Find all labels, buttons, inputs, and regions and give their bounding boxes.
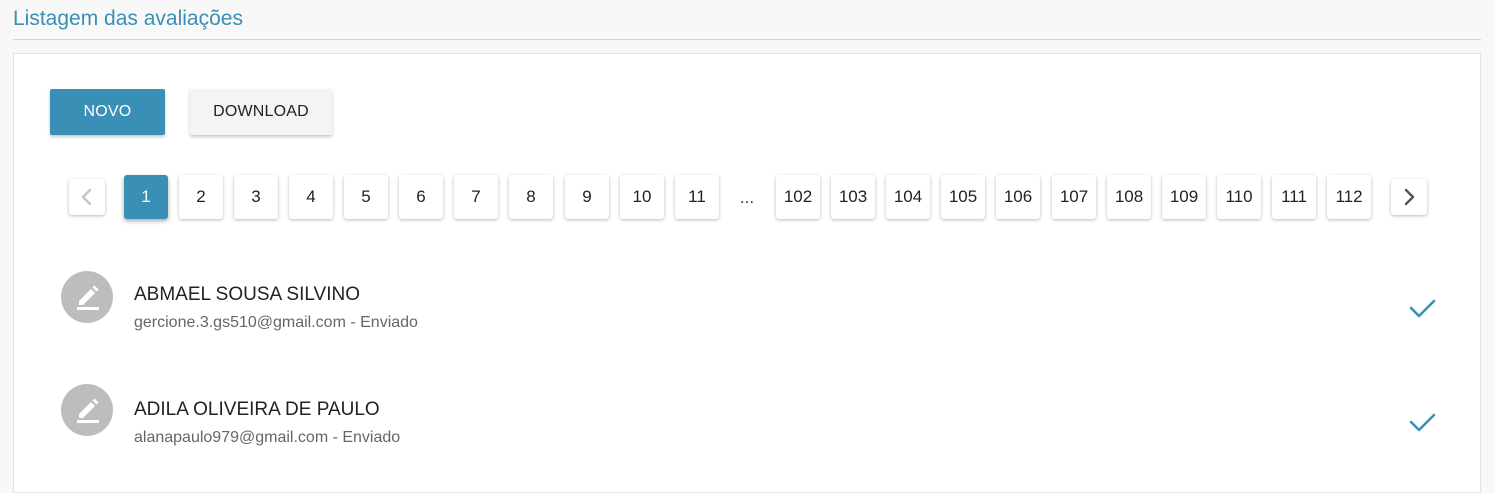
page-title: Listagem das avaliações <box>13 7 243 30</box>
page-button-110[interactable]: 110 <box>1217 175 1261 219</box>
page-button-8[interactable]: 8 <box>509 175 553 219</box>
edit-icon <box>77 285 99 310</box>
page-button-109[interactable]: 109 <box>1162 175 1206 219</box>
page-button-111[interactable]: 111 <box>1272 175 1316 219</box>
evaluation-email-status: alanapaulo979@gmail.com - Enviado <box>134 429 401 446</box>
list-item[interactable]: ABMAEL SOUSA SILVINO gercione.3.gs510@gm… <box>14 262 1480 354</box>
page-button-106[interactable]: 106 <box>996 175 1040 219</box>
chevron-left-icon <box>81 188 92 206</box>
avatar <box>61 384 113 436</box>
new-button[interactable]: NOVO <box>50 89 165 135</box>
previous-page-button[interactable] <box>69 179 105 215</box>
next-page-button[interactable] <box>1391 179 1427 215</box>
check-icon[interactable] <box>1407 293 1437 323</box>
page-button-105[interactable]: 105 <box>941 175 985 219</box>
page-button-4[interactable]: 4 <box>289 175 333 219</box>
download-button[interactable]: DOWNLOAD <box>190 89 332 135</box>
check-icon[interactable] <box>1407 407 1437 437</box>
page-button-2[interactable]: 2 <box>179 175 223 219</box>
evaluations-card: NOVO DOWNLOAD 1 2 3 4 5 6 7 8 9 10 11 ..… <box>13 53 1481 493</box>
page-button-3[interactable]: 3 <box>234 175 278 219</box>
list-item[interactable]: ADILA OLIVEIRA DE PAULO alanapaulo979@gm… <box>14 377 1480 469</box>
page-button-5[interactable]: 5 <box>344 175 388 219</box>
page-button-104[interactable]: 104 <box>886 175 930 219</box>
chevron-right-icon <box>1404 188 1415 206</box>
page-button-107[interactable]: 107 <box>1052 175 1096 219</box>
edit-icon <box>77 398 99 423</box>
page-button-6[interactable]: 6 <box>399 175 443 219</box>
avatar <box>61 271 113 323</box>
page-button-10[interactable]: 10 <box>620 175 664 219</box>
page-button-7[interactable]: 7 <box>454 175 498 219</box>
page-button-108[interactable]: 108 <box>1107 175 1151 219</box>
page-button-102[interactable]: 102 <box>776 175 820 219</box>
page-button-103[interactable]: 103 <box>831 175 875 219</box>
page-button-1[interactable]: 1 <box>124 175 168 219</box>
page-button-9[interactable]: 9 <box>565 175 609 219</box>
page-button-11[interactable]: 11 <box>675 175 719 219</box>
evaluation-email-status: gercione.3.gs510@gmail.com - Enviado <box>134 314 418 331</box>
evaluation-name: ABMAEL SOUSA SILVINO <box>134 284 360 305</box>
pagination-ellipsis: ... <box>739 188 755 207</box>
page-button-112[interactable]: 112 <box>1327 175 1371 219</box>
title-divider <box>13 39 1481 40</box>
evaluation-name: ADILA OLIVEIRA DE PAULO <box>134 399 380 420</box>
